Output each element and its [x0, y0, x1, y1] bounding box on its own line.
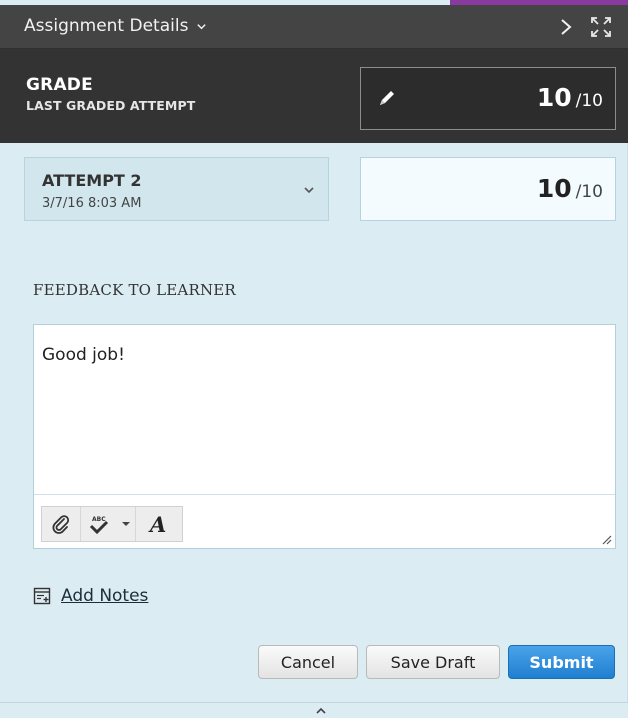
feedback-editor[interactable]: Good job! ABC A [33, 324, 616, 549]
expand-icon[interactable] [590, 16, 612, 38]
attempt-selector[interactable]: ATTEMPT 2 3/7/16 8:03 AM [24, 157, 329, 221]
header-title: Assignment Details [24, 16, 189, 36]
attempt-label: ATTEMPT 2 [42, 171, 142, 190]
attempt-date: 3/7/16 8:03 AM [42, 196, 142, 211]
paperclip-icon [52, 515, 70, 534]
chevron-up-icon[interactable] [314, 706, 328, 716]
overall-grade-value: 10 [536, 83, 572, 112]
add-note-icon [33, 587, 51, 605]
attempt-grade-input[interactable]: 10/10 [360, 157, 616, 221]
add-notes-link[interactable]: Add Notes [33, 586, 148, 606]
pencil-icon [380, 91, 394, 105]
spellcheck-button[interactable]: ABC [81, 507, 117, 541]
font-style-icon: A [148, 513, 166, 535]
bottom-bar [0, 702, 628, 718]
editor-toolbar: ABC A [41, 506, 183, 542]
grading-panel: Assignment Details GRADE LAST GRADED ATT… [0, 0, 628, 718]
spellcheck-icon: ABC [89, 516, 109, 535]
panel-header: Assignment Details [0, 5, 628, 49]
chevron-down-icon [197, 23, 207, 29]
attempt-grade-max: /10 [575, 182, 603, 202]
grade-subtitle: LAST GRADED ATTEMPT [26, 98, 196, 113]
assignment-details-toggle[interactable]: Assignment Details [24, 16, 207, 36]
submit-button[interactable]: Submit [508, 645, 615, 679]
feedback-label: FEEDBACK TO LEARNER [33, 281, 236, 299]
editor-divider [34, 494, 615, 495]
svg-text:ABC: ABC [92, 516, 106, 523]
overall-grade-score: 10/10 [537, 83, 603, 112]
dropdown-arrow-icon [122, 522, 130, 526]
attempt-grade-score: 10/10 [537, 174, 603, 203]
font-style-button[interactable]: A [136, 507, 180, 541]
feedback-text[interactable]: Good job! [42, 345, 125, 365]
attempt-grade-value: 10 [536, 174, 572, 203]
svg-text:A: A [148, 513, 166, 535]
cancel-button[interactable]: Cancel [258, 645, 358, 679]
spellcheck-dropdown[interactable] [117, 507, 136, 541]
chevron-down-icon [304, 187, 314, 194]
overall-grade-box[interactable]: 10/10 [360, 67, 616, 130]
overall-grade-max: /10 [575, 91, 603, 111]
attach-file-button[interactable] [42, 507, 81, 541]
chevron-right-icon[interactable] [556, 16, 576, 38]
save-draft-button[interactable]: Save Draft [366, 645, 500, 679]
grade-bar: GRADE LAST GRADED ATTEMPT 10/10 [0, 49, 628, 143]
resize-grip-icon[interactable] [600, 533, 612, 545]
add-notes-label: Add Notes [61, 586, 149, 606]
grade-title: GRADE [26, 75, 93, 95]
